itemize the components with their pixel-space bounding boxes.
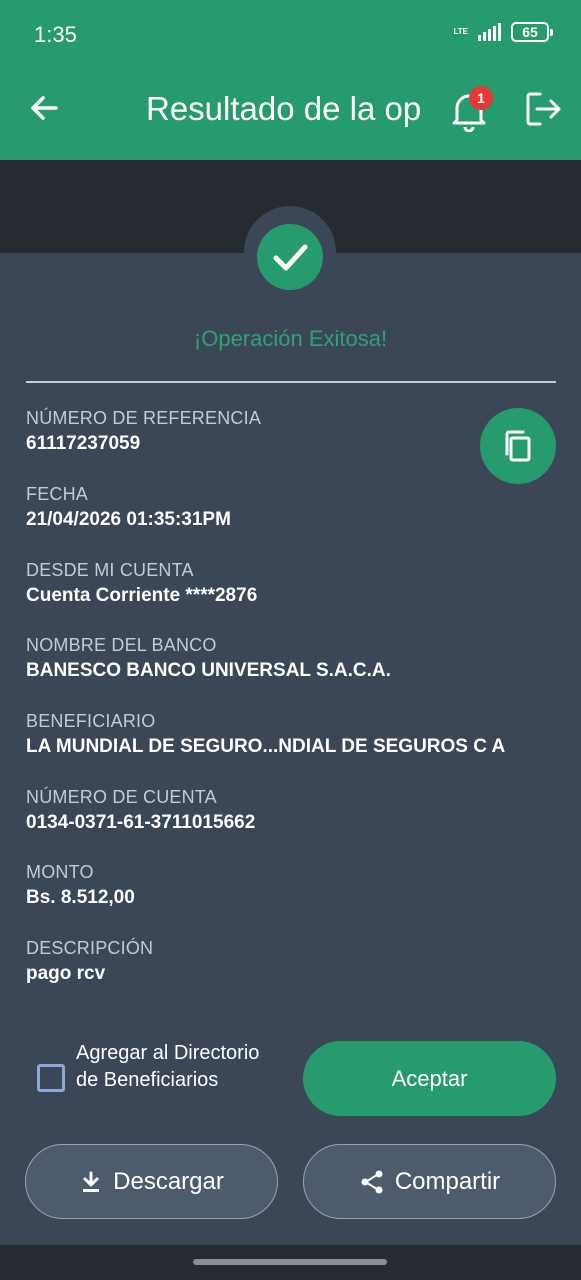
back-arrow-icon[interactable] bbox=[26, 88, 66, 128]
field-label: MONTO bbox=[26, 862, 94, 882]
status-icons: LTE 65 bbox=[453, 22, 553, 42]
download-icon bbox=[83, 1171, 100, 1192]
signal-icon bbox=[478, 23, 501, 41]
page-title: Resultado de la op bbox=[146, 90, 422, 127]
field-label: DESDE MI CUENTA bbox=[26, 560, 194, 580]
status-time: 1:35 bbox=[34, 22, 77, 47]
logout-icon[interactable] bbox=[522, 88, 564, 130]
field-label: FECHA bbox=[26, 484, 89, 504]
download-button[interactable]: Descargar bbox=[25, 1144, 278, 1219]
download-label: Descargar bbox=[113, 1167, 224, 1195]
field-label: DESCRIPCIÓN bbox=[26, 938, 154, 958]
add-directory-checkbox[interactable] bbox=[37, 1064, 65, 1092]
divider bbox=[26, 381, 556, 383]
check-icon bbox=[257, 224, 323, 290]
share-icon bbox=[361, 1170, 383, 1193]
field-label: NOMBRE DEL BANCO bbox=[26, 635, 217, 655]
add-directory-label[interactable]: Agregar al Directorio de Beneficiarios bbox=[76, 1040, 276, 1094]
field-value: Cuenta Corriente ****2876 bbox=[26, 585, 258, 606]
copy-button[interactable] bbox=[480, 408, 556, 484]
field-value: 21/04/2026 01:35:31PM bbox=[26, 509, 231, 530]
share-label: Compartir bbox=[394, 1167, 501, 1195]
field-value: BANESCO BANCO UNIVERSAL S.A.C.A. bbox=[26, 660, 391, 681]
field-value: 0134-0371-61-3711015662 bbox=[26, 812, 256, 833]
battery-icon: 65 bbox=[511, 22, 553, 42]
network-type: LTE bbox=[453, 27, 468, 36]
field-account-number: NÚMERO DE CUENTA 0134-0371-61-3711015662 bbox=[26, 787, 255, 834]
field-description: DESCRIPCIÓN pago rcv bbox=[26, 938, 153, 985]
field-label: NÚMERO DE REFERENCIA bbox=[26, 408, 262, 428]
success-message: ¡Operación Exitosa! bbox=[193, 326, 388, 351]
field-value: 61117237059 bbox=[26, 433, 141, 454]
notification-badge: 1 bbox=[469, 86, 493, 110]
field-value: pago rcv bbox=[26, 963, 106, 984]
field-label: BENEFICIARIO bbox=[26, 711, 156, 731]
field-reference: NÚMERO DE REFERENCIA 61117237059 bbox=[26, 408, 261, 455]
field-label: NÚMERO DE CUENTA bbox=[26, 787, 217, 807]
field-beneficiary: BENEFICIARIO LA MUNDIAL DE SEGURO...NDIA… bbox=[26, 711, 505, 758]
field-date: FECHA 21/04/2026 01:35:31PM bbox=[26, 484, 231, 531]
share-button[interactable]: Compartir bbox=[303, 1144, 556, 1219]
field-bank-name: NOMBRE DEL BANCO BANESCO BANCO UNIVERSAL… bbox=[26, 635, 391, 682]
home-handle[interactable] bbox=[193, 1259, 387, 1265]
field-amount: MONTO Bs. 8.512,00 bbox=[26, 862, 135, 909]
field-value: LA MUNDIAL DE SEGURO...NDIAL DE SEGUROS … bbox=[26, 736, 506, 757]
field-source-account: DESDE MI CUENTA Cuenta Corriente ****287… bbox=[26, 560, 257, 607]
accept-button[interactable]: Aceptar bbox=[303, 1041, 556, 1116]
copy-icon bbox=[505, 430, 531, 462]
field-value: Bs. 8.512,00 bbox=[26, 887, 135, 908]
